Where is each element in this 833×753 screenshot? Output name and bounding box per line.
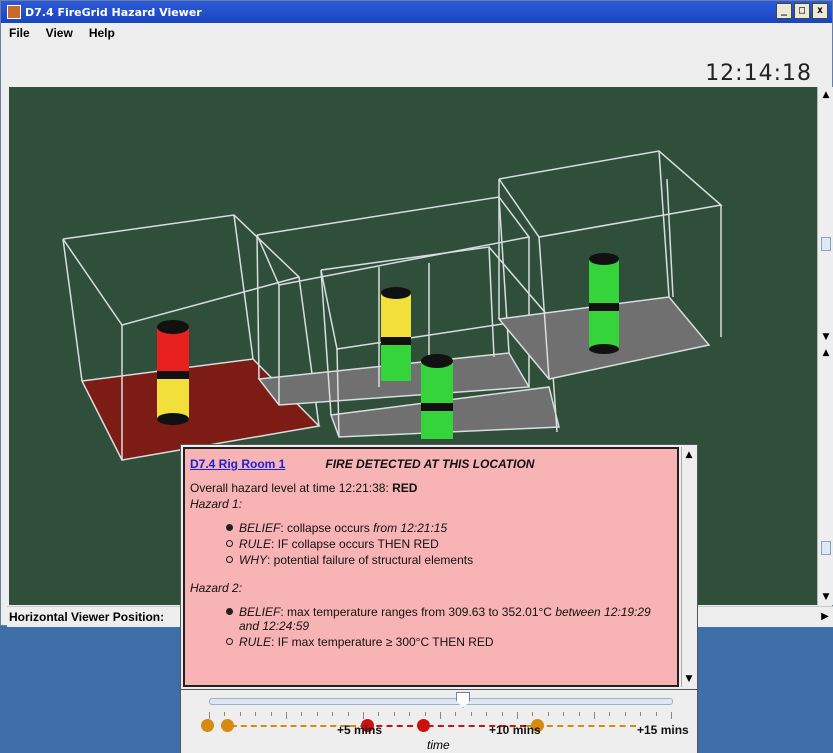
app-icon xyxy=(7,5,21,19)
hazard-2-list: BELIEF: max temperature ranges from 309.… xyxy=(190,605,672,649)
title-bar: D7.4 FireGrid Hazard Viewer _ □ x xyxy=(1,1,832,23)
horizontal-position-label: Horizontal Viewer Position: xyxy=(9,610,165,624)
event-dot-orange[interactable] xyxy=(201,719,214,732)
timeline-tick xyxy=(455,712,457,716)
scroll-right-arrow-icon[interactable]: ▶ xyxy=(819,610,831,624)
time-slider-track[interactable] xyxy=(209,698,673,705)
vertical-scrollbar-upper[interactable]: ▲ ▼ xyxy=(817,87,833,345)
timeline-tick xyxy=(270,712,272,716)
clock-display: 12:14:18 xyxy=(705,61,812,86)
scroll-down-arrow-icon[interactable]: ▼ xyxy=(683,673,695,685)
timeline-tick xyxy=(655,712,657,716)
timeline-tick xyxy=(470,712,472,716)
timeline-panel: +5 mins +10 mins +15 mins time xyxy=(180,690,698,753)
list-item: RULE: IF collapse occurs THEN RED xyxy=(226,537,672,551)
scroll-thumb[interactable] xyxy=(821,541,831,555)
scroll-up-arrow-icon[interactable]: ▲ xyxy=(683,449,695,461)
timeline-ticks xyxy=(209,712,672,720)
timeline-label-plus15: +15 mins xyxy=(637,723,689,737)
list-item: BELIEF: max temperature ranges from 309.… xyxy=(226,605,672,633)
timeline-tick xyxy=(486,712,488,716)
time-slider-thumb[interactable] xyxy=(456,692,471,708)
timeline-tick xyxy=(286,712,287,719)
minimize-button[interactable]: _ xyxy=(776,3,792,19)
time-axis-label: time xyxy=(427,738,450,752)
timeline-tick xyxy=(624,712,626,716)
window-title: D7.4 FireGrid Hazard Viewer xyxy=(25,5,202,19)
event-dot-red[interactable] xyxy=(417,719,430,732)
list-item: RULE: IF max temperature ≥ 300°C THEN RE… xyxy=(226,635,672,649)
timeline-tick xyxy=(517,712,518,719)
hazard-marker-room-3-front[interactable] xyxy=(421,354,453,439)
menu-view[interactable]: View xyxy=(38,26,81,40)
timeline-tick xyxy=(578,712,580,716)
scroll-up-arrow-icon[interactable]: ▲ xyxy=(820,89,832,101)
scroll-thumb[interactable] xyxy=(821,237,831,251)
timeline-tick xyxy=(640,712,642,716)
list-item: BELIEF: collapse occurs from 12:21:15 xyxy=(226,521,672,535)
timeline-tick xyxy=(239,712,241,716)
vertical-scrollbar-lower[interactable]: ▲ ▼ xyxy=(817,345,833,605)
timeline-tick xyxy=(332,712,334,716)
timeline-tick xyxy=(594,712,595,719)
menu-bar: File View Help xyxy=(1,23,832,43)
room-link[interactable]: D7.4 Rig Room 1 xyxy=(190,457,285,471)
timeline-tick xyxy=(609,712,611,716)
hazard-1-list: BELIEF: collapse occurs from 12:21:15 RU… xyxy=(190,521,672,567)
scroll-up-arrow-icon[interactable]: ▲ xyxy=(820,347,832,359)
hazard-info-panel: D7.4 Rig Room 1 FIRE DETECTED AT THIS LO… xyxy=(180,444,698,690)
timeline-tick xyxy=(424,712,426,716)
hazard-marker-room-1[interactable] xyxy=(157,320,189,425)
timeline-tick xyxy=(501,712,503,716)
timeline-tick xyxy=(563,712,565,716)
overall-hazard-line: Overall hazard level at time 12:21:38: R… xyxy=(190,481,418,495)
scroll-down-arrow-icon[interactable]: ▼ xyxy=(820,331,832,343)
timeline-tick xyxy=(671,712,672,719)
maximize-button[interactable]: □ xyxy=(794,3,810,19)
list-item: WHY: potential failure of structural ele… xyxy=(226,553,672,567)
close-button[interactable]: x xyxy=(812,3,828,19)
event-dot-orange[interactable] xyxy=(221,719,234,732)
hazard-info-content: D7.4 Rig Room 1 FIRE DETECTED AT THIS LO… xyxy=(183,447,679,687)
timeline-tick xyxy=(409,712,411,716)
timeline-tick xyxy=(209,712,210,719)
menu-file[interactable]: File xyxy=(1,26,38,40)
bullet-filled-icon xyxy=(226,524,233,531)
timeline-label-plus5: +5 mins xyxy=(337,723,383,737)
timeline-tick xyxy=(378,712,380,716)
timeline-tick xyxy=(316,712,318,716)
timeline-tick xyxy=(363,712,364,719)
menu-help[interactable]: Help xyxy=(81,26,123,40)
timeline-tick xyxy=(224,712,226,716)
scroll-down-arrow-icon[interactable]: ▼ xyxy=(820,591,832,603)
overall-level: RED xyxy=(392,481,418,495)
timeline-tick xyxy=(347,712,349,716)
timeline-tick xyxy=(393,712,395,716)
fire-alert-text: FIRE DETECTED AT THIS LOCATION xyxy=(325,457,535,471)
panel-scrollbar[interactable]: ▲ ▼ xyxy=(681,447,697,687)
bullet-filled-icon xyxy=(226,608,233,615)
bullet-open-icon xyxy=(226,638,233,645)
bullet-open-icon xyxy=(226,556,233,563)
timeline-tick xyxy=(532,712,534,716)
timeline-tick xyxy=(301,712,303,716)
timeline-label-plus10: +10 mins xyxy=(489,723,541,737)
hazard-marker-room-4[interactable] xyxy=(589,253,619,354)
hazard-marker-room-3-upper[interactable] xyxy=(381,287,411,381)
hazard-1-title: Hazard 1: xyxy=(190,497,243,511)
hazard-2-title: Hazard 2: xyxy=(190,581,243,595)
timeline-tick xyxy=(547,712,549,716)
window-controls: _ □ x xyxy=(776,3,828,19)
bullet-open-icon xyxy=(226,540,233,547)
timeline-tick xyxy=(255,712,257,716)
timeline-tick xyxy=(440,712,441,719)
